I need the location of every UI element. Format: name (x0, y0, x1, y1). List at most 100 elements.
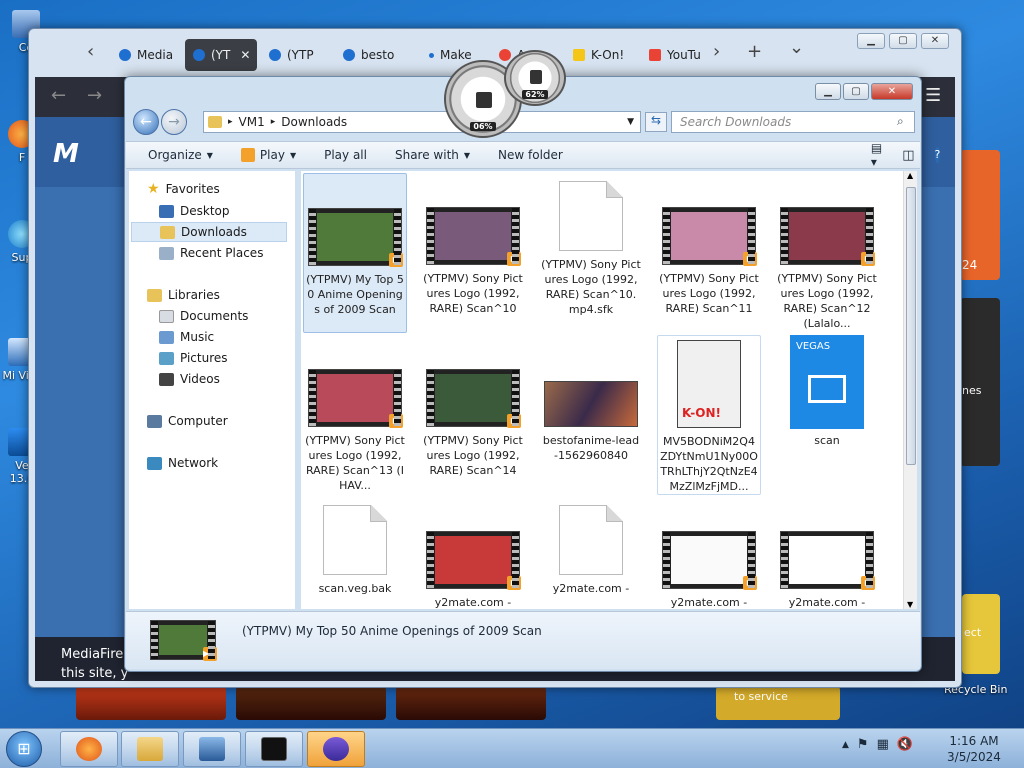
nav-favorites[interactable]: ★ Favorites (147, 179, 220, 199)
close-button[interactable]: ✕ (871, 83, 913, 100)
tab-ytpmv-2[interactable]: (YTP (261, 39, 331, 71)
new-tab-icon[interactable]: + (747, 41, 762, 62)
file-item[interactable]: ▶ (YTPMV) Sony Pictures Logo (1992, RARE)… (303, 335, 407, 495)
tab-scroll-left-icon[interactable]: ‹ (87, 41, 94, 62)
flag-icon[interactable]: ⚑ (857, 737, 869, 752)
volume-icon[interactable]: 🔇 (897, 737, 913, 752)
organize-button[interactable]: Organize ▼ (148, 148, 213, 162)
file-item[interactable]: ▶ (YTPMV) Sony Pictures Logo (1992, RARE)… (657, 173, 761, 333)
nav-computer[interactable]: Computer (147, 411, 228, 431)
play-badge-icon: ▶ (507, 252, 521, 266)
maximize-button[interactable]: ▢ (889, 33, 917, 49)
service-text: to service (734, 690, 788, 703)
scroll-down-icon[interactable]: ▼ (907, 600, 913, 609)
scroll-up-icon[interactable]: ▲ (907, 171, 913, 180)
address-input[interactable]: ▸ VM1 ▸ Downloads ▼ (203, 111, 641, 133)
taskbar-remote-desktop[interactable] (183, 731, 241, 767)
share-with-button[interactable]: Share with ▼ (395, 148, 470, 162)
film-icon (808, 375, 846, 403)
preview-pane-icon[interactable]: ◫ (902, 148, 914, 163)
clock[interactable]: 1:16 AM 3/5/2024 (944, 733, 1004, 765)
scroll-thumb[interactable] (906, 187, 916, 465)
file-item[interactable]: bestofanime-lead-1562960840 (539, 335, 643, 495)
back-button[interactable]: ← (133, 109, 159, 135)
search-input[interactable]: Search Downloads (671, 111, 915, 133)
network-icon[interactable]: ▦ (877, 737, 889, 752)
tab-mediafire[interactable]: Media (111, 39, 181, 71)
play-all-button[interactable]: Play all (324, 148, 367, 162)
tab-ytpmv-active[interactable]: (YT ✕ (185, 39, 257, 71)
nav-downloads[interactable]: Downloads (131, 222, 287, 242)
tab-youtube[interactable]: YouTu (641, 39, 711, 71)
nav-music[interactable]: Music (159, 327, 214, 347)
file-item[interactable]: ▶ (YTPMV) Sony Pictures Logo (1992, RARE)… (775, 173, 879, 333)
vertical-scrollbar[interactable]: ▲ ▼ (903, 171, 917, 609)
dark-gadget[interactable]: nes (960, 298, 1000, 466)
address-dropdown-icon[interactable]: ▼ (627, 117, 634, 127)
yellow-gadget[interactable]: ect (962, 594, 1000, 674)
maximize-button[interactable]: ▢ (843, 83, 869, 100)
file-item[interactable]: ▶ (YTPMV) My Top 50 Anime Openings of 200… (303, 173, 407, 333)
file-item[interactable]: VEGAS scan (775, 335, 879, 495)
breadcrumb-downloads[interactable]: Downloads (281, 115, 347, 129)
breadcrumb-vm1[interactable]: VM1 (239, 115, 265, 129)
forward-icon[interactable]: → (87, 85, 102, 106)
tab-imdb-kon[interactable]: K-On! (565, 39, 635, 71)
taskbar-vegas[interactable] (307, 731, 365, 767)
file-item[interactable]: ▶ (YTPMV) Sony Pictures Logo (1992, RARE)… (421, 173, 525, 333)
close-button[interactable]: ✕ (921, 33, 949, 49)
file-item[interactable]: ▶ y2mate.com - (421, 497, 525, 609)
chevron-down-icon: ▼ (289, 150, 297, 160)
nav-desktop[interactable]: Desktop (159, 201, 230, 221)
view-options-icon[interactable]: ▤ ▾ (871, 141, 882, 169)
chevron-down-icon: ▼ (206, 150, 213, 160)
lava-gadget-2 (396, 686, 546, 720)
taskbar-cmd[interactable] (245, 731, 303, 767)
tray-expand-icon[interactable]: ▲ (842, 740, 849, 752)
nav-libraries[interactable]: Libraries (147, 285, 220, 305)
memory-gauge[interactable]: 62% (504, 50, 566, 106)
menu-icon[interactable]: ☰ (925, 85, 941, 106)
service-gadget[interactable]: to service (716, 686, 840, 720)
taskbar-explorer[interactable] (121, 731, 179, 767)
file-item[interactable]: (YTPMV) Sony Pictures Logo (1992, RARE) … (539, 173, 643, 333)
recent-places-icon (159, 246, 174, 260)
notepad-gadget[interactable]: 24 (960, 150, 1000, 280)
tab-scroll-right-icon[interactable]: › (713, 41, 720, 62)
file-item[interactable]: y2mate.com - (539, 497, 643, 609)
close-tab-icon[interactable]: ✕ (240, 48, 250, 62)
nav-documents[interactable]: Documents (159, 306, 248, 326)
tab-bestofanime[interactable]: besto (335, 39, 405, 71)
youtube-tab-icon (649, 49, 661, 61)
video-thumbnail: ▶ (426, 207, 521, 266)
file-item[interactable]: scan.veg.bak (303, 497, 407, 609)
details-title: (YTPMV) My Top 50 Anime Openings of 2009… (242, 624, 542, 638)
file-item[interactable]: K-ON! MV5BODNiM2Q4ZDYtNmU1Ny00OTRhLThjY2Q… (657, 335, 761, 495)
taskbar-firefox[interactable] (60, 731, 118, 767)
star-icon: ★ (147, 181, 160, 197)
file-item[interactable]: ▶ (YTPMV) Sony Pictures Logo (1992, RARE)… (421, 335, 525, 495)
refresh-button[interactable]: ⇆ (645, 112, 667, 132)
vegas-project-icon: VEGAS (790, 335, 864, 429)
nav-videos[interactable]: Videos (159, 369, 220, 389)
help-icon[interactable]: ? (934, 147, 941, 163)
forward-button[interactable]: → (161, 109, 187, 135)
file-item[interactable]: ▶ y2mate.com - (657, 497, 761, 609)
start-button[interactable]: ⊞ (6, 731, 42, 767)
minimize-button[interactable]: ▁ (815, 83, 841, 100)
nav-network[interactable]: Network (147, 453, 218, 473)
tab-list-icon[interactable]: ⌄ (789, 37, 804, 58)
play-badge-icon: ▶ (743, 576, 757, 590)
explorer-window-controls: ▁ ▢ ✕ (815, 83, 913, 100)
lava-gadget (236, 686, 386, 720)
new-folder-button[interactable]: New folder (498, 148, 563, 162)
chevron-down-icon: ▼ (463, 150, 471, 160)
explorer-window[interactable]: ▁ ▢ ✕ ← → ▸ VM1 ▸ Downloads ▼ ⇆ Search D… (124, 76, 941, 672)
file-item[interactable]: ▶ y2mate.com - (775, 497, 879, 609)
minimize-button[interactable]: ▁ (857, 33, 885, 49)
tab-label: Make (440, 48, 472, 62)
nav-recent-places[interactable]: Recent Places (159, 243, 263, 263)
nav-pictures[interactable]: Pictures (159, 348, 228, 368)
back-icon[interactable]: ← (51, 85, 66, 106)
play-button[interactable]: Play ▼ (240, 148, 297, 162)
